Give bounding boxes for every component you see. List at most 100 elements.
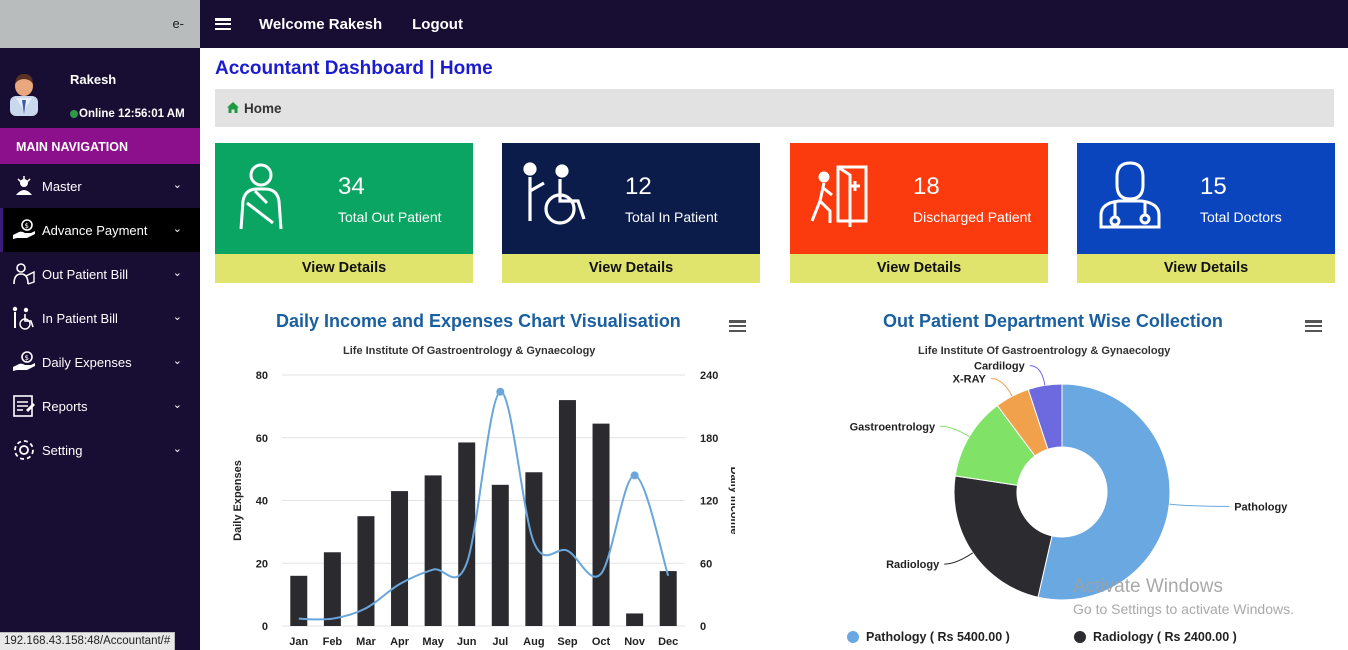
- brand-logo[interactable]: e-: [0, 0, 200, 48]
- sidebar-item-out-patient-bill[interactable]: Out Patient Bill ⌄: [0, 252, 200, 296]
- bar: [525, 472, 543, 626]
- master-icon: [10, 173, 38, 199]
- department-chart-menu-icon[interactable]: [1305, 320, 1322, 332]
- card-label: Total In Patient: [625, 209, 718, 225]
- welcome-link[interactable]: Welcome Rakesh: [259, 16, 382, 33]
- sidebar-item-in-patient-bill[interactable]: In Patient Bill ⌄: [0, 296, 200, 340]
- y-right-tick-label: 60: [700, 558, 712, 570]
- bar: [592, 423, 610, 626]
- department-chart-title: Out Patient Department Wise Collection: [883, 311, 1223, 331]
- y-tick-label: 60: [256, 433, 268, 445]
- sidebar-item-label: Advance Payment: [42, 222, 148, 238]
- svg-text:$: $: [25, 354, 29, 362]
- x-tick-label: Feb: [323, 636, 343, 648]
- view-details-button[interactable]: View Details: [215, 254, 473, 283]
- pie-label: X-RAY: [953, 373, 987, 385]
- legend-item[interactable]: Radiology ( Rs 2400.00 ): [1074, 630, 1237, 644]
- pie-label: Gastroentrology: [850, 421, 936, 433]
- income-expenses-chart: 0 20 40 60 80 0 60 120 180 240 Daily Expenses Daily…: [232, 370, 735, 648]
- chevron-down-icon: ⌄: [172, 267, 182, 279]
- y-right-tick-label: 120: [700, 496, 718, 508]
- legend-item[interactable]: Pathology ( Rs 5400.00 ): [847, 630, 1010, 644]
- x-tick-label: Mar: [356, 636, 376, 648]
- sidebar-item-setting[interactable]: Setting ⌄: [0, 428, 200, 472]
- user-status: Online 12:56:01 AM: [70, 108, 185, 120]
- card-value: 34: [338, 173, 365, 200]
- x-tick-label: Aug: [523, 636, 544, 648]
- card-body: 12 Total In Patient: [502, 143, 760, 254]
- pie-label: Pathology: [1234, 501, 1288, 513]
- income-chart-subtitle: Life Institute Of Gastroentrology & Gyna…: [343, 345, 596, 357]
- y-axis-label: Daily Expenses: [232, 460, 244, 541]
- menu-toggle-icon[interactable]: [215, 18, 231, 30]
- bar: [323, 552, 341, 626]
- out-patient-bill-icon: [10, 261, 38, 287]
- card-label: Discharged Patient: [913, 209, 1032, 225]
- legend-dot: [1074, 631, 1086, 643]
- logout-link[interactable]: Logout: [412, 16, 463, 33]
- advance-payment-icon: $: [10, 217, 38, 243]
- pie-connector: [944, 552, 974, 565]
- pie-label: Cardilogy: [974, 361, 1026, 373]
- sidebar-item-advance-payment[interactable]: $ Advance Payment ⌄: [0, 208, 200, 252]
- y-right-tick-label: 240: [700, 370, 718, 382]
- card-value: 15: [1200, 173, 1227, 200]
- y-right-axis-label: Daily Income: [728, 467, 735, 535]
- chevron-down-icon: ⌄: [172, 179, 182, 191]
- doctor-icon: [1099, 161, 1161, 229]
- status-url: 192.168.43.158:48/Accountant/#: [0, 632, 176, 650]
- legend-label: Radiology ( Rs 2400.00 ): [1093, 630, 1237, 644]
- view-details-button[interactable]: View Details: [502, 254, 760, 283]
- sidebar-item-reports[interactable]: Reports ⌄: [0, 384, 200, 428]
- main-navigation-header: MAIN NAVIGATION: [0, 128, 200, 164]
- bar: [357, 516, 375, 626]
- wheelchair-icon: [523, 162, 586, 225]
- income-point: [630, 471, 639, 480]
- sidebar-item-label: Daily Expenses: [42, 354, 132, 370]
- card-label: Total Doctors: [1200, 209, 1282, 225]
- income-chart-menu-icon[interactable]: [729, 320, 746, 332]
- sidebar-item-daily-expenses[interactable]: $ Daily Expenses ⌄: [0, 340, 200, 384]
- online-status-icon: [70, 110, 78, 118]
- chevron-down-icon: ⌄: [172, 311, 182, 323]
- stat-card-discharged: 18 Discharged Patient View Details: [790, 143, 1048, 283]
- legend-label: Pathology ( Rs 5400.00 ): [866, 630, 1010, 644]
- pie-label: Radiology: [886, 559, 940, 571]
- card-value: 18: [913, 173, 940, 200]
- view-details-button[interactable]: View Details: [1077, 254, 1335, 283]
- card-body: 15 Total Doctors: [1077, 143, 1335, 254]
- sidebar-item-label: In Patient Bill: [42, 310, 118, 326]
- pie-connector: [940, 425, 970, 437]
- out-patient-icon: [239, 163, 283, 230]
- x-tick-label: Oct: [592, 636, 611, 648]
- daily-expenses-icon: $: [10, 349, 38, 375]
- y-tick-label: 0: [262, 621, 268, 633]
- reports-icon: [10, 393, 38, 419]
- x-tick-label: Jul: [492, 636, 508, 648]
- exit-door-icon: [810, 165, 868, 227]
- pie-slice: [953, 475, 1053, 598]
- bar: [626, 613, 644, 626]
- income-chart-title: Daily Income and Expenses Chart Visualis…: [276, 311, 681, 331]
- bar: [558, 400, 576, 626]
- y-tick-label: 20: [256, 558, 268, 570]
- sidebar-item-label: Out Patient Bill: [42, 266, 128, 282]
- stat-card-out-patient: 34 Total Out Patient View Details: [215, 143, 473, 283]
- y-right-tick-label: 180: [700, 433, 718, 445]
- pie-connector: [1169, 503, 1230, 507]
- in-patient-bill-icon: [10, 305, 38, 331]
- view-details-button[interactable]: View Details: [790, 254, 1048, 283]
- chevron-down-icon: ⌄: [172, 399, 182, 411]
- stat-card-doctors: 15 Total Doctors View Details: [1077, 143, 1335, 283]
- y-right-tick-label: 0: [700, 621, 706, 633]
- sidebar-item-master[interactable]: Master ⌄: [0, 164, 200, 208]
- income-line: [298, 390, 670, 621]
- status-text: Online 12:56:01 AM: [79, 108, 185, 120]
- sidebar-item-label: Reports: [42, 398, 88, 414]
- user-name: Rakesh: [70, 72, 117, 87]
- chevron-down-icon: ⌄: [172, 355, 182, 367]
- x-tick-label: Jan: [289, 636, 308, 648]
- bar: [659, 571, 677, 626]
- breadcrumb-home-link[interactable]: Home: [244, 101, 282, 116]
- legend-dot: [847, 631, 859, 643]
